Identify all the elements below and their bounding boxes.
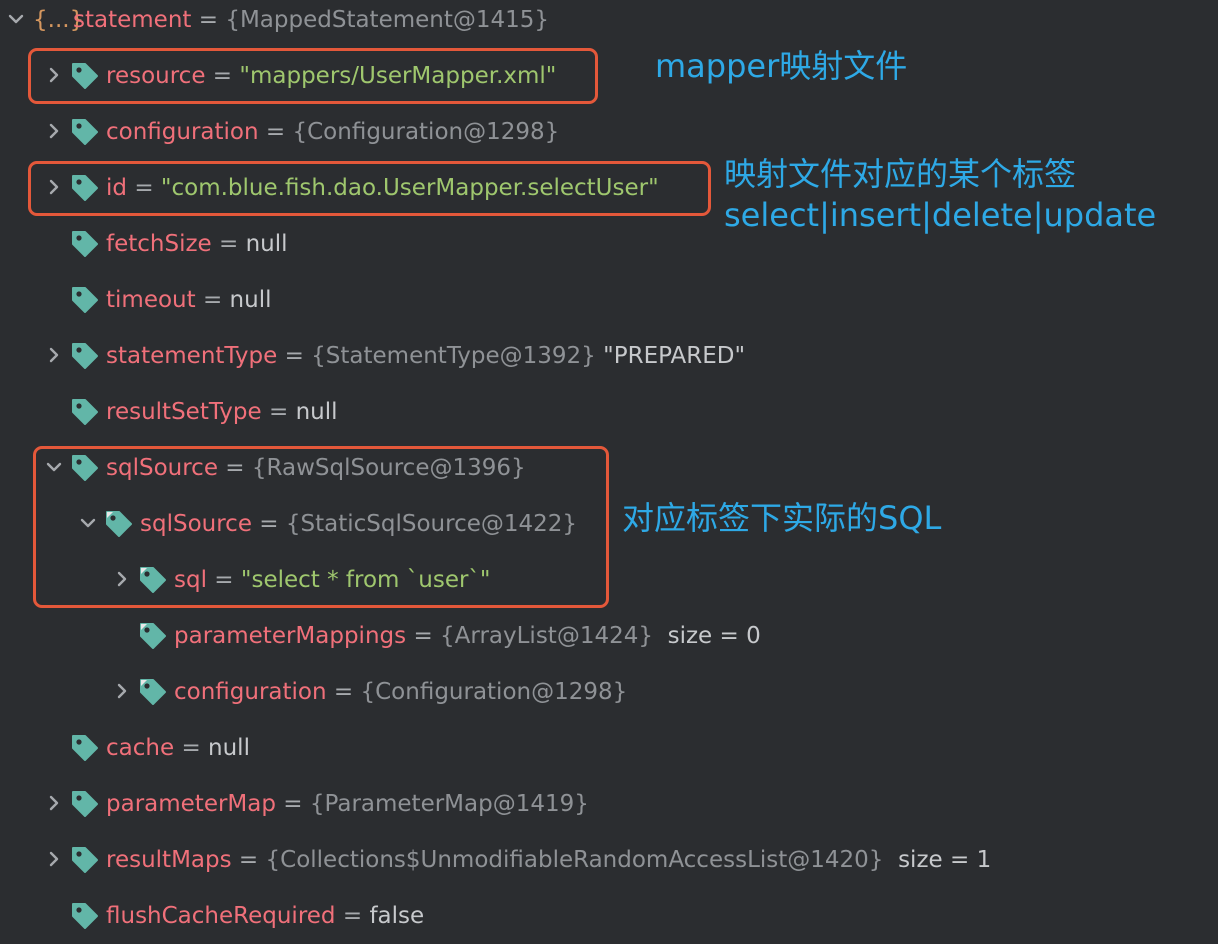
row-text: parameterMap = {ParameterMap@1419} xyxy=(106,776,589,832)
equals-sign: = xyxy=(198,7,219,33)
field-tag-icon xyxy=(70,845,100,875)
tree-row-configuration[interactable]: configuration = {Configuration@1298} xyxy=(0,104,1100,160)
variable-name: resultSetType xyxy=(106,399,262,425)
chevron-right-icon[interactable] xyxy=(44,328,64,384)
tree-row-statementType[interactable]: statementType = {StatementType@1392} "PR… xyxy=(0,328,1100,384)
field-tag-icon xyxy=(70,285,100,315)
collection-size: size = 1 xyxy=(898,847,992,873)
variable-value: null xyxy=(208,735,250,761)
equals-sign: = xyxy=(284,343,304,369)
tree-row-parameterMap[interactable]: parameterMap = {ParameterMap@1419} xyxy=(0,776,1100,832)
row-text: flushCacheRequired = false xyxy=(106,888,424,944)
equals-sign: = xyxy=(342,903,363,929)
variable-name: parameterMappings xyxy=(174,623,407,649)
chevron-right-icon[interactable] xyxy=(44,104,64,160)
equals-sign: = xyxy=(202,287,223,313)
variable-name: flushCacheRequired xyxy=(106,903,336,929)
tree-row-configuration[interactable]: configuration = {Configuration@1298} xyxy=(0,664,1100,720)
annotation-tag-line2: select|insert|delete|update xyxy=(724,196,1157,234)
field-tag-icon xyxy=(70,789,100,819)
row-text: cache = null xyxy=(106,720,250,776)
variable-name: statement xyxy=(73,7,192,33)
row-text: configuration = {Configuration@1298} xyxy=(174,664,627,720)
annotation-sql-note: 对应标签下实际的SQL xyxy=(622,499,942,537)
variable-value: false xyxy=(369,903,425,929)
field-tag-icon xyxy=(70,229,100,259)
row-text: fetchSize = null xyxy=(106,216,288,272)
row-text: timeout = null xyxy=(106,272,271,328)
field-tag-icon xyxy=(70,341,100,371)
equals-sign: = xyxy=(238,847,259,873)
variable-name: parameterMap xyxy=(106,791,276,817)
equals-sign: = xyxy=(268,399,289,425)
highlight-box-id xyxy=(28,161,711,216)
variable-value: null xyxy=(245,231,288,257)
field-tag-icon xyxy=(70,901,100,931)
chevron-right-icon[interactable] xyxy=(112,664,132,720)
variable-display-value: "PREPARED" xyxy=(603,343,746,369)
field-tag-icon xyxy=(70,117,100,147)
tree-row-cache[interactable]: cache = null xyxy=(0,720,1100,776)
row-text: statementType = {StatementType@1392} "PR… xyxy=(106,328,745,384)
variable-value: null xyxy=(295,399,338,425)
equals-sign: = xyxy=(181,735,201,761)
tree-row-statement[interactable]: {...} statement = {MappedStatement@1415} xyxy=(0,0,700,48)
private-field-tag-icon xyxy=(138,621,168,651)
variable-name: fetchSize xyxy=(106,231,212,257)
root-text: statement = {MappedStatement@1415} xyxy=(73,0,549,48)
tree-row-timeout[interactable]: timeout = null xyxy=(0,272,1100,328)
variable-value: {StatementType@1392} xyxy=(311,343,596,369)
annotation-mapper-file: mapper映射文件 xyxy=(655,47,908,85)
chevron-right-icon[interactable] xyxy=(44,832,64,888)
field-tag-icon xyxy=(70,397,100,427)
variable-value: {Collections$UnmodifiableRandomAccessLis… xyxy=(265,847,884,873)
variable-value: {Configuration@1298} xyxy=(292,119,560,145)
variable-name: configuration xyxy=(174,679,327,705)
tree-row-resultSetType[interactable]: resultSetType = null xyxy=(0,384,1100,440)
variable-value: {ParameterMap@1419} xyxy=(309,791,589,817)
variable-name: timeout xyxy=(106,287,196,313)
highlight-box-sqlsource xyxy=(33,446,609,608)
tree-row-parameterMappings[interactable]: parameterMappings = {ArrayList@1424} siz… xyxy=(0,608,1100,664)
variable-name: cache xyxy=(106,735,175,761)
annotation-tag-line1: 映射文件对应的某个标签 xyxy=(724,155,1077,193)
row-text: resultSetType = null xyxy=(106,384,338,440)
variable-name: resultMaps xyxy=(106,847,232,873)
private-field-tag-icon xyxy=(138,677,168,707)
row-text: resultMaps = {Collections$UnmodifiableRa… xyxy=(106,832,991,888)
variable-value: {ArrayList@1424} xyxy=(440,623,653,649)
equals-sign: = xyxy=(413,623,433,649)
variable-name: configuration xyxy=(106,119,259,145)
equals-sign: = xyxy=(333,679,354,705)
row-text: parameterMappings = {ArrayList@1424} siz… xyxy=(174,608,761,664)
tree-row-resultMaps[interactable]: resultMaps = {Collections$UnmodifiableRa… xyxy=(0,832,1100,888)
variable-value: {Configuration@1298} xyxy=(360,679,628,705)
equals-sign: = xyxy=(219,231,239,257)
debugger-variables-panel: { "root": { "brace_icon_label": "{...}",… xyxy=(0,0,1218,944)
highlight-box-resource xyxy=(28,48,598,104)
variable-value: {MappedStatement@1415} xyxy=(225,7,550,33)
tree-row-flushCacheRequired[interactable]: flushCacheRequired = false xyxy=(0,888,1100,944)
chevron-right-icon[interactable] xyxy=(44,776,64,832)
equals-sign: = xyxy=(283,791,303,817)
collection-size: size = 0 xyxy=(667,623,761,649)
variable-value: null xyxy=(229,287,272,313)
chevron-down-icon[interactable] xyxy=(6,0,26,48)
field-tag-icon xyxy=(70,733,100,763)
row-text: configuration = {Configuration@1298} xyxy=(106,104,559,160)
equals-sign: = xyxy=(265,119,286,145)
variable-name: statementType xyxy=(106,343,278,369)
